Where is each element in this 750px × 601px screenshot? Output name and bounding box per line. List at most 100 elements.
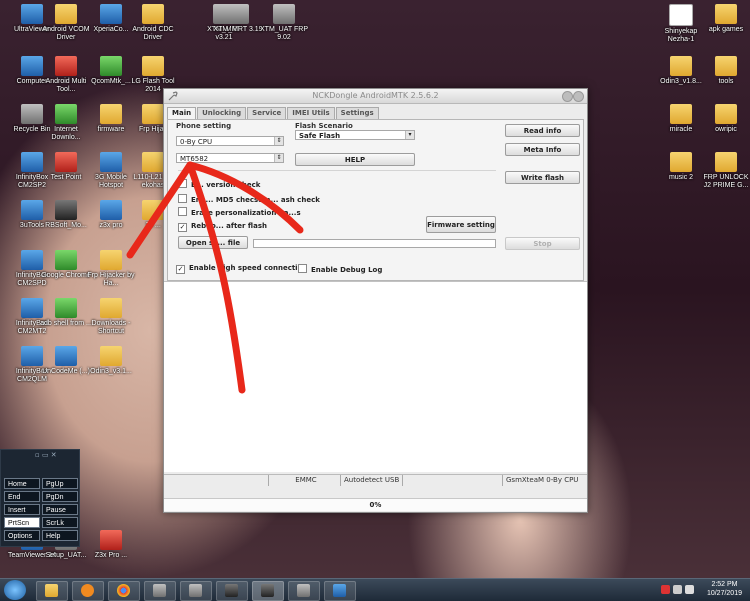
title-bar[interactable]: NCKDongle AndroidMTK 2.5.6.2 <box>164 89 587 104</box>
taskbar-app-3[interactable] <box>216 581 248 601</box>
key-insert[interactable]: Insert <box>4 504 40 515</box>
close-button[interactable] <box>573 91 584 102</box>
desktop-icon[interactable]: FRP UNLOCK J2 PRIME G... <box>700 152 750 190</box>
desktop-icon-label: Internet Downlo... <box>51 126 81 141</box>
taskbar-explorer[interactable] <box>36 581 68 601</box>
desktop-icon[interactable]: XTM_UAT FRP 9.02 <box>258 4 310 42</box>
desktop-icon-label: Setup_UAT... <box>45 552 87 559</box>
taskbar: 2:52 PM 10/27/2019 <box>0 578 750 601</box>
desktop-icon[interactable]: Z3x Pro ... <box>85 530 137 560</box>
cpu-select-value: 0-By CPU <box>180 138 213 146</box>
desktop-icon-label: Android VCOM Driver <box>42 26 90 41</box>
app-icon <box>333 584 346 597</box>
volume-icon[interactable] <box>685 585 694 594</box>
taskbar-app-2[interactable] <box>180 581 212 601</box>
key-help[interactable]: Help <box>42 530 78 541</box>
folder-icon <box>100 104 122 124</box>
clock-date: 10/27/2019 <box>706 590 742 597</box>
key-pgdn[interactable]: PgDn <box>42 491 78 502</box>
debug-log-toggle[interactable]: Enable Debug Log <box>298 264 382 274</box>
status-storage: EMMC <box>269 475 341 486</box>
chevron-down-icon: ▾ <box>405 131 414 139</box>
desktop-icon-label: UnCodeMe (...) <box>42 368 90 375</box>
desktop-icon[interactable]: apk games <box>700 4 750 34</box>
key-pause[interactable]: Pause <box>42 504 78 515</box>
taskbar-app-5[interactable] <box>324 581 356 601</box>
folder-icon <box>55 4 77 24</box>
window-title: NCKDongle AndroidMTK 2.5.6.2 <box>312 91 439 100</box>
app-icon <box>55 250 77 270</box>
stop-button[interactable]: Stop <box>505 237 580 250</box>
minimize-button[interactable] <box>562 91 573 102</box>
folder-icon <box>715 4 737 24</box>
tab-unlocking[interactable]: Unlocking <box>197 107 247 119</box>
desktop-icon-label: apk games <box>708 26 744 33</box>
app-icon <box>55 200 77 220</box>
desktop-icon-label: tools <box>718 78 734 85</box>
status-usb: Autodetect USB <box>341 475 403 486</box>
folder-icon <box>670 56 692 76</box>
key-scrlk[interactable]: ScrLk <box>42 517 78 528</box>
taskbar-app-1[interactable] <box>144 581 176 601</box>
desktop-icon-label: Shinyekap Nezha-1 <box>664 28 698 43</box>
desktop-icon-label: Android CDC Driver <box>132 26 174 41</box>
key-end[interactable]: End <box>4 491 40 502</box>
network-icon[interactable] <box>673 585 682 594</box>
meta-info-button[interactable]: Meta Info <box>505 143 580 156</box>
status-cell <box>403 475 503 486</box>
clock[interactable]: 2:52 PM 10/27/2019 <box>707 580 742 598</box>
flash-scenario-select[interactable]: Safe Flash ▾ <box>295 130 415 140</box>
app-icon <box>55 56 77 76</box>
tab-strip: Main Unlocking Service IMEI Utils Settin… <box>167 107 380 120</box>
tab-imei-utils[interactable]: IMEI Utils <box>287 107 335 119</box>
cpu-select[interactable]: 0-By CPU ⇕ <box>176 136 284 146</box>
flag-icon[interactable] <box>661 585 670 594</box>
status-cell <box>164 475 269 486</box>
key-pgup[interactable]: PgUp <box>42 478 78 489</box>
folder-icon <box>715 104 737 124</box>
tab-settings[interactable]: Settings <box>335 107 379 119</box>
desktop-icon[interactable]: owripic <box>700 104 750 134</box>
start-button[interactable] <box>4 580 26 600</box>
write-flash-button[interactable]: Write flash <box>505 171 580 184</box>
checkbox-label: Enable Debug Log <box>311 266 383 274</box>
app-icon <box>55 298 77 318</box>
desktop-icon-label: miracle <box>669 126 693 133</box>
desktop-icon[interactable]: tools <box>700 56 750 86</box>
taskbar-chrome[interactable] <box>108 581 140 601</box>
help-button[interactable]: HELP <box>295 153 415 166</box>
app-icon <box>100 530 122 550</box>
chrome-icon <box>117 584 130 597</box>
firmware-setting-button[interactable]: Firmware setting <box>426 216 496 233</box>
desktop-icon[interactable]: XTM_MRT 3.19 <box>212 4 264 34</box>
desktop-icon-label: XTM_MRT 3.19 <box>213 26 263 33</box>
folder-icon <box>715 56 737 76</box>
clock-time: 2:52 PM <box>711 581 738 588</box>
media-player-icon <box>81 584 94 597</box>
app-icon <box>273 4 295 24</box>
desktop-icon[interactable]: Android CDC Driver <box>127 4 179 42</box>
desktop-icon-label: firmware <box>97 126 125 133</box>
on-screen-keyboard[interactable]: ▫ ▭ ✕ Home PgUp End PgDn Insert Pause Pr… <box>0 449 80 547</box>
desktop-icon-label: RBSoft_Mo... <box>45 222 87 229</box>
desktop-icon-label: music 2 <box>668 174 694 181</box>
desktop-icon-label: Test Point <box>50 174 82 181</box>
desktop-icon-label: owripic <box>715 126 737 133</box>
app-icon <box>100 56 122 76</box>
taskbar-app-4[interactable] <box>288 581 320 601</box>
taskbar-nckdongle[interactable] <box>252 581 284 601</box>
folder-icon <box>142 104 164 124</box>
read-info-button[interactable]: Read info <box>505 124 580 137</box>
key-prtscn[interactable]: PrtScn <box>4 517 40 528</box>
tab-service[interactable]: Service <box>247 107 287 119</box>
app-icon <box>189 584 202 597</box>
key-options[interactable]: Options <box>4 530 40 541</box>
desktop-icon-label: XTM_UAT FRP 9.02 <box>260 26 308 41</box>
desktop-icon-label: Odin3_v1.8... <box>660 78 702 85</box>
taskbar-media-player[interactable] <box>72 581 104 601</box>
key-home[interactable]: Home <box>4 478 40 489</box>
app-icon <box>153 584 166 597</box>
status-bar: EMMC Autodetect USB GsmXteaM 0-By CPU <box>164 474 587 486</box>
folder-icon <box>670 152 692 172</box>
keyboard-controls-icon: ▫ ▭ ✕ <box>35 451 57 459</box>
